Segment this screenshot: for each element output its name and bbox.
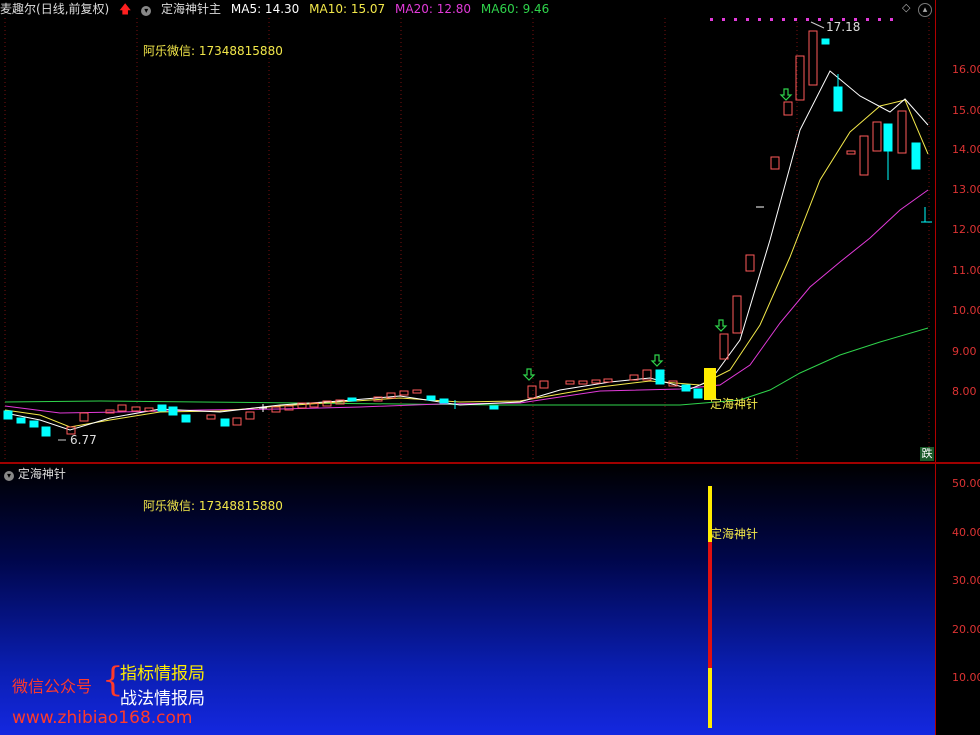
collapse-icon[interactable]: ▾ [4, 471, 14, 481]
high-price-label: 17.18 [826, 20, 861, 34]
sub-y-label-30: 30.00 [952, 574, 980, 587]
sub-contact-text: 阿乐微信: 17348815880 [143, 499, 283, 513]
main-signal-label: 定海神针 [710, 397, 759, 411]
promo-website[interactable]: www.zhibiao168.com [12, 708, 192, 728]
sub-y-label-40: 40.00 [952, 526, 980, 539]
y-label-12: 12.00 [952, 223, 980, 236]
y-label-15: 15.00 [952, 104, 980, 117]
main-contact-text: 阿乐微信: 17348815880 [143, 44, 283, 58]
sub-chart-title[interactable]: ▾ 定海神针 [4, 465, 66, 482]
ma10-line [4, 99, 929, 428]
promo-name2: 战法情报局 [120, 689, 205, 709]
sub-y-label-20: 20.00 [952, 623, 980, 636]
fall-badge: 跌 [920, 447, 934, 461]
y-label-9: 9.00 [952, 345, 977, 358]
sub-signal-label: 定海神针 [710, 527, 759, 541]
candlestick-chart[interactable] [0, 0, 935, 462]
y-label-10: 10.00 [952, 304, 980, 317]
y-label-8: 8.00 [952, 385, 977, 398]
y-label-13: 13.00 [952, 183, 980, 196]
ma20-line [4, 189, 929, 414]
low-price-label: 6.77 [70, 433, 97, 447]
promo-account-label: 微信公众号 [12, 677, 93, 696]
sub-indicator-name[interactable]: 定海神针 [18, 467, 66, 481]
y-label-16: 16.00 [952, 63, 980, 76]
ma60-line [4, 327, 929, 406]
sub-y-label-50: 50.00 [952, 477, 980, 490]
y-label-11: 11.00 [952, 264, 980, 277]
promo-name1: 指标情报局 [120, 664, 205, 684]
y-label-14: 14.00 [952, 143, 980, 156]
ma5-line [4, 70, 929, 431]
sub-y-label-10: 10.00 [952, 671, 980, 684]
panel-separator[interactable] [0, 462, 980, 464]
